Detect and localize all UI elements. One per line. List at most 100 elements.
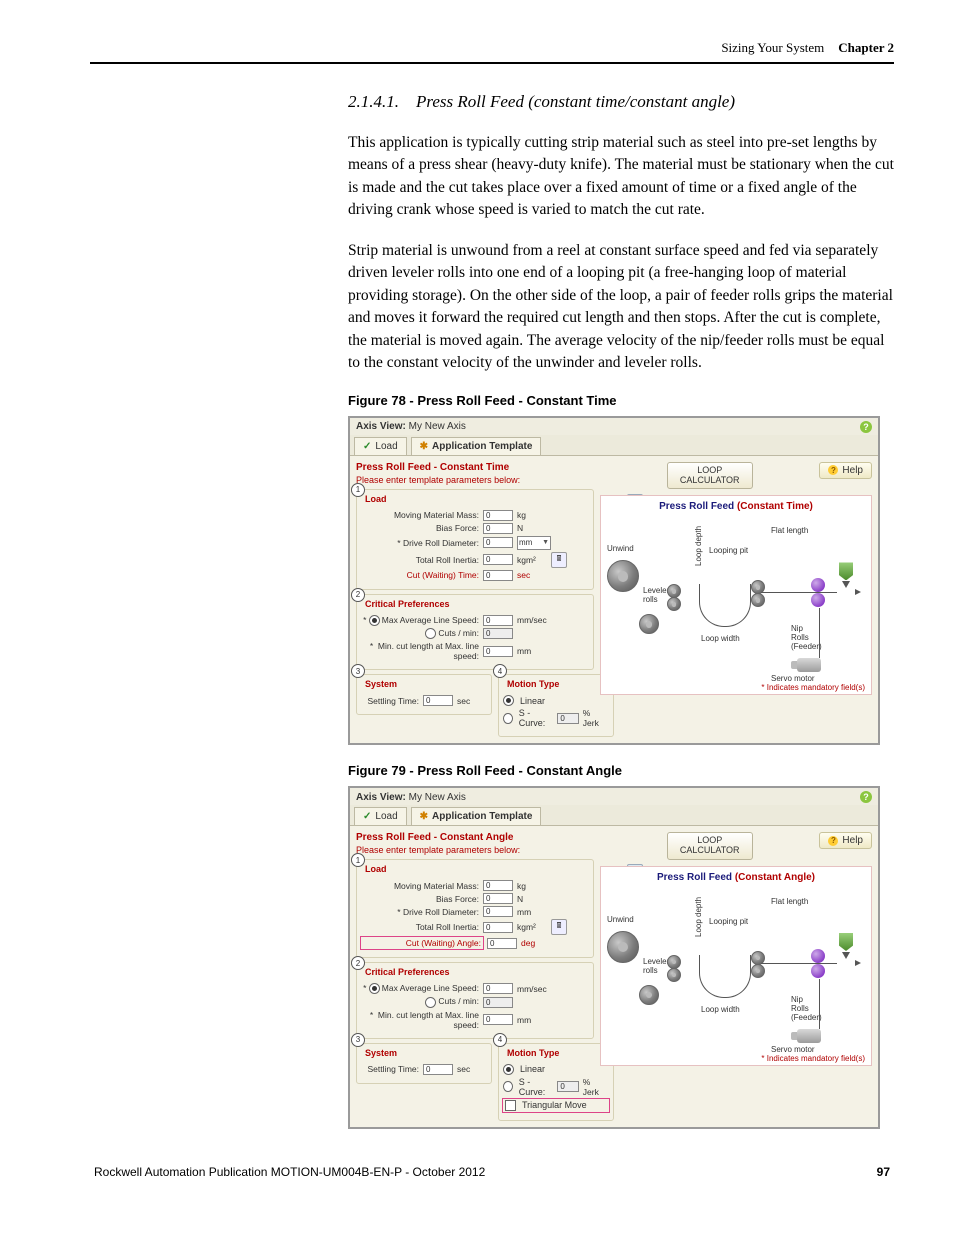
help-badge-icon: ? — [828, 465, 838, 475]
label-max-line: Max Average Line Speed: — [382, 615, 479, 625]
axis-view-label-2: Axis View: — [356, 792, 406, 803]
loop-pit-icon-2 — [699, 955, 751, 998]
input-drive-2[interactable]: 0 — [483, 906, 513, 917]
header-chapter: Chapter 2 — [838, 40, 894, 56]
leveler-roll-icon-2 — [667, 597, 681, 611]
label-scurve: S - Curve: — [519, 708, 554, 728]
template-title: Press Roll Feed - Constant Time — [356, 462, 594, 473]
diagram-label-flat: Flat length — [771, 526, 808, 535]
input-min-cut[interactable]: 0 — [483, 646, 513, 657]
unit-mm-2: mm — [517, 646, 547, 656]
radio-linear[interactable] — [503, 695, 514, 706]
checkbox-triangular[interactable] — [505, 1100, 516, 1111]
diagram-label-loop-depth: Loop depth — [694, 526, 703, 566]
input-drive[interactable]: 0 — [483, 537, 513, 548]
template-subtitle: Please enter template parameters below: — [356, 475, 594, 485]
label-min-cut: * Min. cut length at Max. line speed: — [361, 641, 479, 661]
radio-cuts[interactable] — [425, 628, 436, 639]
input-inertia-2[interactable]: 0 — [483, 922, 513, 933]
nip-roll-icon-b2 — [811, 964, 825, 978]
unit-kg: kg — [517, 510, 547, 520]
unit-sec-2: sec — [457, 696, 487, 706]
diagram-label-leveler: Leveler rolls — [643, 586, 669, 604]
diagram-label-looping: Looping pit — [709, 546, 748, 555]
input-max-line-2[interactable]: 0 — [483, 983, 513, 994]
unit-n: N — [517, 523, 547, 533]
input-mass[interactable]: 0 — [483, 510, 513, 521]
input-max-line[interactable]: 0 — [483, 615, 513, 626]
section-heading: 2.1.4.1. Press Roll Feed (constant time/… — [348, 92, 894, 112]
input-cut-angle[interactable]: 0 — [487, 938, 517, 949]
input-cut-time[interactable]: 0 — [483, 570, 513, 581]
knife-icon-2 — [839, 933, 853, 951]
loop-pit-icon — [699, 584, 751, 627]
dropdown-drive-unit[interactable]: mm▼ — [517, 536, 551, 550]
nip-roll-icon-b — [811, 949, 825, 963]
help-button-2[interactable]: ?Help — [819, 832, 872, 849]
label-cut-angle: Cut (Waiting) Angle: — [361, 937, 483, 949]
tab-load-2[interactable]: ✓Load — [354, 807, 407, 825]
label-drive-2: * Drive Roll Diameter: — [361, 907, 479, 917]
input-mass-2[interactable]: 0 — [483, 880, 513, 891]
input-inertia[interactable]: 0 — [483, 554, 513, 565]
footer-publication: Rockwell Automation Publication MOTION-U… — [94, 1165, 485, 1179]
section-number: 2.1.4.1. — [348, 92, 399, 111]
step-3-badge-2: 3 — [351, 1033, 365, 1047]
label-settling-2: Settling Time: — [361, 1064, 419, 1074]
group-load-legend: Load — [363, 494, 389, 504]
vline-2 — [819, 979, 820, 1029]
help-badge-icon-2: ? — [828, 836, 838, 846]
input-bias-2[interactable]: 0 — [483, 893, 513, 904]
input-scurve-2: 0 — [557, 1081, 578, 1092]
diagram-label-loop-width: Loop width — [701, 634, 740, 643]
triangle-icon-2 — [842, 952, 850, 959]
input-settling[interactable]: 0 — [423, 695, 453, 706]
tab-application-template-2[interactable]: ✱Application Template — [411, 807, 542, 825]
reel-icon — [639, 614, 659, 634]
figure-79-caption: Figure 79 - Press Roll Feed - Constant A… — [348, 763, 894, 778]
input-cuts: 0 — [483, 628, 513, 639]
loop-calculator-button-2[interactable]: LOOP CALCULATOR — [667, 832, 753, 860]
label-mass: Moving Material Mass: — [361, 510, 479, 520]
radio-linear-2[interactable] — [503, 1064, 514, 1075]
unit-mmsec: mm/sec — [517, 615, 547, 625]
label-settling: Settling Time: — [361, 696, 419, 706]
radio-scurve[interactable] — [503, 713, 513, 724]
tab-bar: ✓Load ✱Application Template — [350, 435, 878, 456]
label-mass-2: Moving Material Mass: — [361, 881, 479, 891]
arrow-right-icon — [855, 589, 861, 595]
radio-scurve-2[interactable] — [503, 1081, 513, 1092]
paragraph-1: This application is typically cutting st… — [348, 132, 894, 222]
leveler-roll-icon-b2 — [667, 968, 681, 982]
tab-load[interactable]: ✓Load — [354, 437, 407, 455]
knife-icon — [839, 562, 853, 580]
unwind-reel-icon — [607, 560, 639, 592]
step-4-badge-2: 4 — [493, 1033, 507, 1047]
template-subtitle-2: Please enter template parameters below: — [356, 845, 594, 855]
diagram-label-servo: Servo motor — [771, 674, 815, 683]
group-system-legend: System — [363, 679, 399, 689]
loop-calculator-button[interactable]: LOOP CALCULATOR — [667, 462, 753, 490]
help-icon-2[interactable]: ? — [860, 791, 872, 803]
help-button[interactable]: ?Help — [819, 462, 872, 479]
diagram-label-unwind: Unwind — [607, 544, 634, 553]
step-1-badge: 1 — [351, 483, 365, 497]
footer-page-number: 97 — [877, 1165, 890, 1179]
group-system-legend-2: System — [363, 1048, 399, 1058]
help-icon[interactable]: ? — [860, 421, 872, 433]
group-motion-legend: Motion Type — [505, 679, 561, 689]
input-min-cut-2[interactable]: 0 — [483, 1014, 513, 1025]
calculator-icon-2[interactable]: 🖩 — [551, 919, 567, 935]
radio-cuts-2[interactable] — [425, 997, 436, 1008]
input-bias[interactable]: 0 — [483, 523, 513, 534]
calculator-icon[interactable]: 🖩 — [551, 552, 567, 568]
input-settling-2[interactable]: 0 — [423, 1064, 453, 1075]
tab-application-template[interactable]: ✱Application Template — [411, 437, 542, 455]
radio-max-line[interactable] — [369, 615, 380, 626]
leveler-roll-icon-b — [667, 955, 681, 969]
diagram-78: Press Roll Feed (Constant Time) Unwind L… — [600, 495, 872, 695]
arrow-right-icon-2 — [855, 960, 861, 966]
radio-max-line-2[interactable] — [369, 983, 380, 994]
step-2-badge: 2 — [351, 588, 365, 602]
asterisk-icon: ✱ — [420, 441, 428, 452]
